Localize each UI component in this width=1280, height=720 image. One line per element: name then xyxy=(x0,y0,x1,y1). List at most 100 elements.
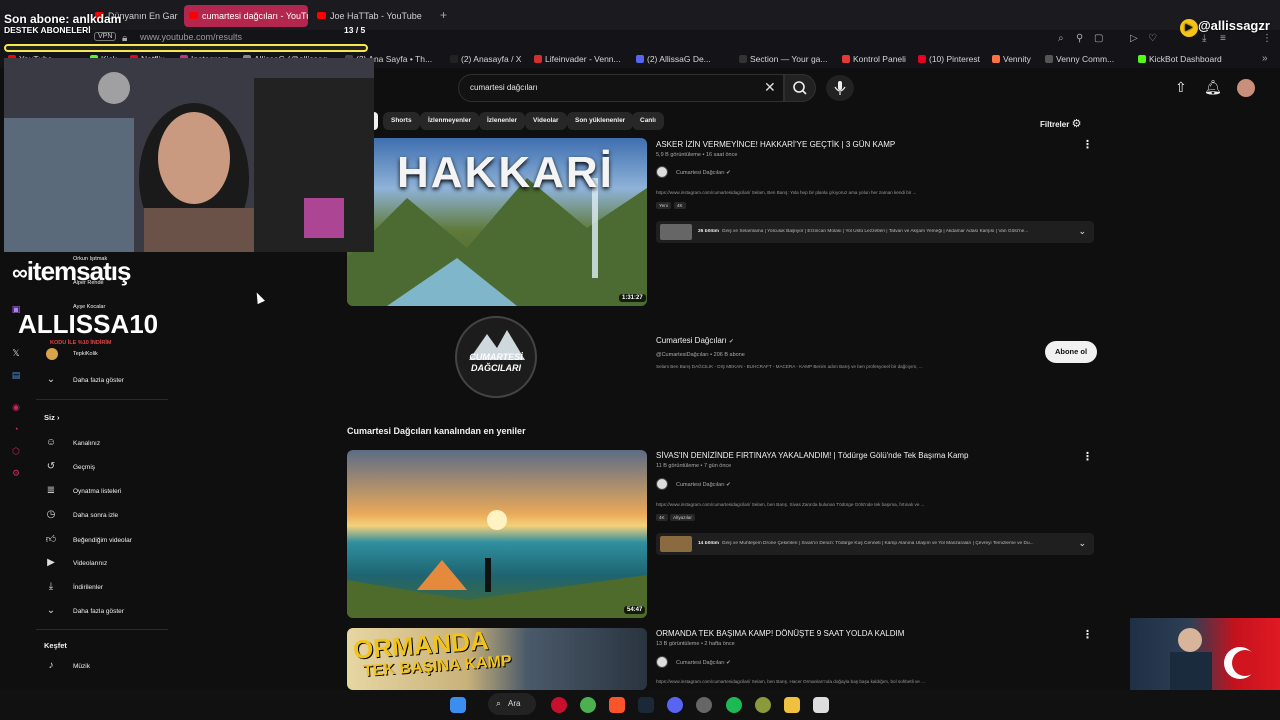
account-avatar[interactable] xyxy=(1237,79,1255,97)
bookmark-favicon-icon xyxy=(636,55,644,63)
chip-videos[interactable]: Videolar xyxy=(525,112,567,130)
brave-icon[interactable] xyxy=(609,697,625,713)
pin-icon[interactable]: ⚲ xyxy=(1076,33,1083,44)
sidebar-item[interactable]: ⤓ İndirilenler xyxy=(44,581,103,592)
channel-avatar[interactable] xyxy=(656,166,668,178)
spotify-icon[interactable] xyxy=(726,697,742,713)
search-button[interactable] xyxy=(784,74,816,102)
more-options-icon[interactable]: ⋮ xyxy=(1082,628,1093,641)
chip-recent[interactable]: Son yüklenenler xyxy=(567,112,634,130)
more-options-icon[interactable]: ⋮ xyxy=(1082,138,1093,151)
chapter-thumbnail xyxy=(660,536,692,552)
screenshot-icon[interactable]: ▢ xyxy=(1094,33,1103,44)
url-text[interactable]: www.youtube.com/results xyxy=(140,32,242,42)
bookmark-favicon-icon xyxy=(992,55,1000,63)
extension-icon[interactable]: ⬡ xyxy=(11,446,21,456)
bookmark-item[interactable]: (2) Anasayfa / X xyxy=(450,54,521,64)
sidebar-item[interactable]: ☺ Kanalınız xyxy=(44,437,100,448)
divider xyxy=(36,629,168,630)
chapters-row[interactable]: 14 bölüm Giriş ve Muhteşem Drone Çekimle… xyxy=(656,533,1094,555)
chip-unwatched[interactable]: İzlenmeyenler xyxy=(420,112,479,130)
bookmark-item[interactable]: Venny Comm... xyxy=(1045,54,1114,64)
app-icon[interactable] xyxy=(755,697,771,713)
channel-card-name[interactable]: Cumartesi Dağcıları ✔︎ xyxy=(656,336,734,345)
sidebar-item[interactable]: ⌄ Daha fazla göster xyxy=(44,605,124,616)
chrome-icon[interactable] xyxy=(580,697,596,713)
bookmark-favicon-icon xyxy=(739,55,747,63)
sidebar-item[interactable]: ≣ Oynatma listeleri xyxy=(44,485,122,496)
search-input[interactable]: cumartesi dağcıları xyxy=(470,83,538,92)
bookmark-item[interactable]: (10) Pinterest xyxy=(918,54,980,64)
taskbar-search-label: Ara xyxy=(508,699,521,708)
video-duration: 1:31:27 xyxy=(619,294,646,302)
chevron-down-icon[interactable]: ⌄ xyxy=(1078,538,1086,549)
chip-live[interactable]: Canlı xyxy=(632,112,664,130)
sub-item[interactable]: TepkiKolik xyxy=(73,351,98,357)
sidebar-item[interactable]: ▶ Videolarınız xyxy=(44,557,107,568)
channel-avatar[interactable] xyxy=(656,656,668,668)
x-icon[interactable]: 𝕏 xyxy=(11,348,21,358)
microphone-icon xyxy=(834,81,846,95)
record-icon[interactable]: ◉ xyxy=(11,402,21,412)
start-icon[interactable] xyxy=(450,697,466,713)
video-thumbnail[interactable] xyxy=(347,450,647,618)
lake-thumbnail-art xyxy=(347,510,647,618)
settings-icon[interactable]: ⚙︎ xyxy=(11,468,21,478)
bookmark-item[interactable]: (2) AllissaG De... xyxy=(636,54,711,64)
sidebar-item[interactable]: ↺ Geçmiş xyxy=(44,461,95,472)
vpn-badge[interactable]: VPN xyxy=(94,32,117,41)
video-title[interactable]: ASKER İZİN VERMEYİNCE! HAKKARİ'YE GEÇTİK… xyxy=(656,140,895,149)
bookmark-item[interactable]: Kontrol Paneli xyxy=(842,54,906,64)
sidebar-item[interactable]: 👍︎ Beğendiğim videolar xyxy=(44,533,132,545)
obs-icon[interactable] xyxy=(696,697,712,713)
promo-code: ALLISSA10 xyxy=(18,309,159,339)
goal-progress-bar xyxy=(4,44,368,52)
sliders-icon: ⚙︎ xyxy=(1071,118,1082,130)
discord-icon[interactable] xyxy=(667,697,683,713)
channel-avatar[interactable] xyxy=(656,478,668,490)
sidebar-item[interactable]: ◷ Daha sonra izle xyxy=(44,509,119,520)
video-thumbnail[interactable]: ORMANDA TEK BAŞINA KAMP xyxy=(347,628,647,690)
sidebar-item-music[interactable]: ♪ Müzik xyxy=(44,660,90,671)
clear-search-icon[interactable]: ✕ xyxy=(764,79,776,96)
badge-subtitles: Altyazılar xyxy=(670,514,695,521)
channel-name[interactable]: Cumartesi Dağcıları ✔︎ xyxy=(676,482,731,488)
voice-search-button[interactable] xyxy=(826,75,854,101)
zoom-icon[interactable]: ⌕ xyxy=(1058,33,1064,44)
filters-button[interactable]: Filtreler ⚙︎ xyxy=(1040,117,1081,130)
bookmark-item[interactable]: Lifeinvader - Venn... xyxy=(534,54,621,64)
more-options-icon[interactable]: ⋮ xyxy=(1082,450,1093,463)
upload-icon[interactable]: ⇧ xyxy=(1175,79,1187,96)
clock-icon[interactable]: ◔ xyxy=(11,424,21,434)
tab-active[interactable]: cumartesi dağcıları - YouTu xyxy=(184,5,308,27)
video-title[interactable]: SİVAS'IN DENİZİNDE FIRTINAYA YAKALANDIM!… xyxy=(656,451,969,460)
chevron-down-icon[interactable]: ⌄ xyxy=(1078,226,1086,237)
bookmark-item[interactable]: KickBot Dashboard xyxy=(1138,54,1222,64)
chip-shorts[interactable]: Shorts xyxy=(383,112,420,130)
channel-logo[interactable]: CUMARTESİ DAĞCILARI xyxy=(455,316,537,398)
notifications-icon[interactable]: 🔔︎ xyxy=(1204,79,1222,96)
bookmark-item[interactable]: Vennity xyxy=(992,54,1031,64)
play-icon[interactable]: ▷ xyxy=(1130,33,1138,44)
opera-icon[interactable] xyxy=(551,697,567,713)
heart-icon[interactable]: ♡ xyxy=(1148,33,1157,44)
channel-name[interactable]: Cumartesi Dağcıları ✔︎ xyxy=(676,660,731,666)
capcut-icon[interactable] xyxy=(813,697,829,713)
video-title[interactable]: ORMANDA TEK BAŞIMA KAMP! DÖNÜŞTE 9 SAAT … xyxy=(656,629,904,638)
bookmark-item[interactable]: Section — Your ga... xyxy=(739,54,828,64)
subscribe-button[interactable]: Abone ol xyxy=(1045,341,1097,363)
chapters-row[interactable]: 26 bölüm Giriş ve Selamlama | Yolculuk B… xyxy=(656,221,1094,243)
chip-watched[interactable]: İzlenenler xyxy=(479,112,525,130)
you-heading[interactable]: Siz › xyxy=(44,413,59,422)
new-tab-button[interactable]: + xyxy=(440,8,447,22)
video-thumbnail[interactable]: HAKKARİ xyxy=(347,138,647,306)
tab-3[interactable]: Joe HaTTab - YouTube xyxy=(312,5,434,27)
steam-icon[interactable] xyxy=(638,697,654,713)
show-more-subs[interactable]: ⌄ Daha fazla göster xyxy=(44,374,124,385)
app-icon[interactable]: ▤ xyxy=(11,370,21,380)
channel-name[interactable]: Cumartesi Dağcıları ✔︎ xyxy=(676,170,731,176)
folder-icon[interactable] xyxy=(784,697,800,713)
bookmarks-overflow-icon[interactable]: » xyxy=(1262,53,1268,64)
channel-avatar[interactable] xyxy=(46,348,58,360)
youtube-play-icon: ▶ xyxy=(1180,19,1198,37)
